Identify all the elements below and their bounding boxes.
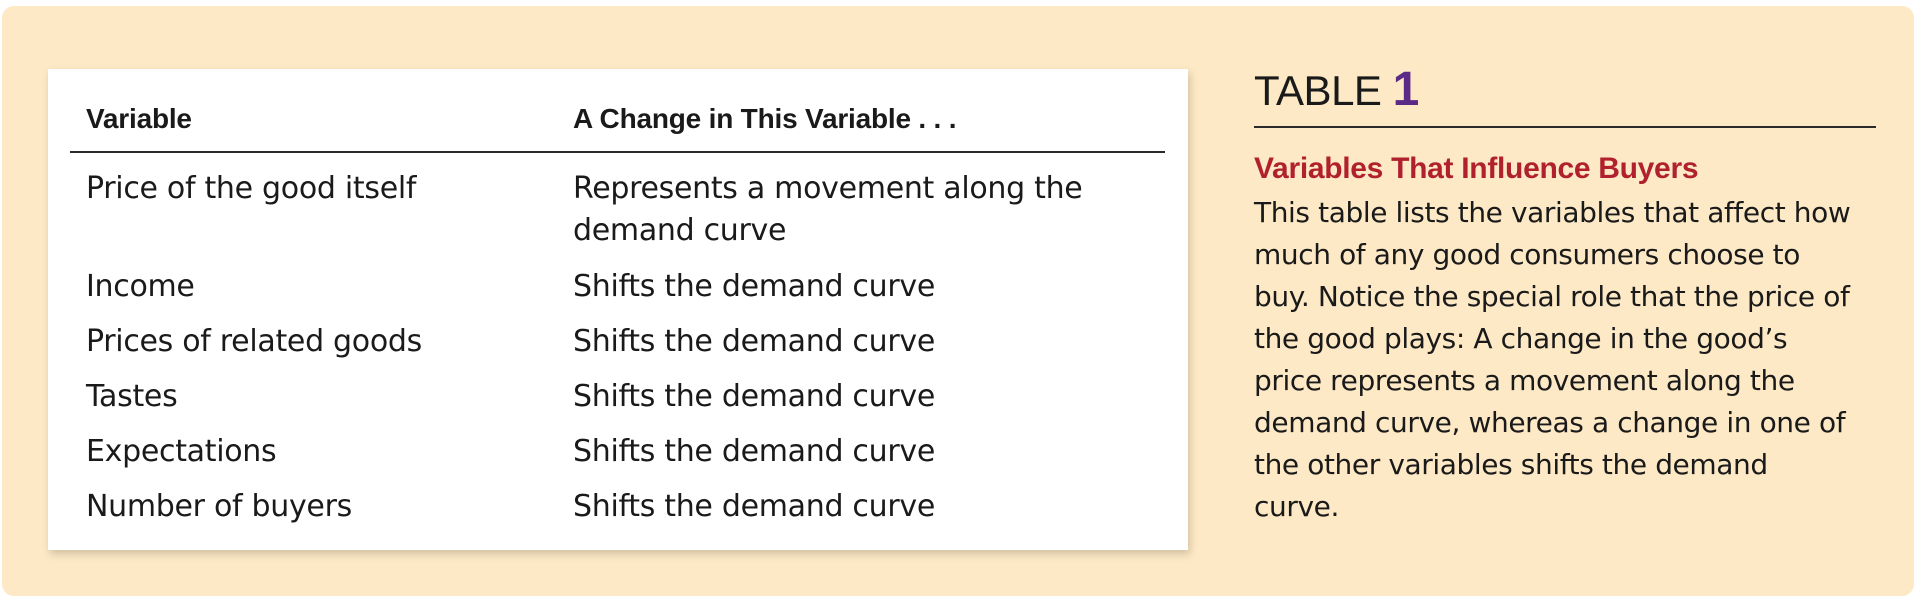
figure-panel: Variable A Change in This Variable . . .… [2, 6, 1914, 596]
caption-divider [1254, 126, 1876, 128]
row-variable: Income [86, 269, 195, 304]
row-effect: Shifts the demand curve [573, 324, 935, 359]
row-effect: Shifts the demand curve [573, 269, 935, 304]
caption-title: Variables That Influence Buyers [1254, 152, 1699, 185]
table-number: 1 [1392, 63, 1420, 116]
caption-body: This table lists the variables that affe… [1254, 196, 1851, 523]
row-effect: Represents a movement along the demand c… [573, 171, 1083, 248]
column-header-variable: Variable [86, 103, 192, 134]
table-label-text: TABLE [1254, 67, 1382, 114]
data-table: Variable A Change in This Variable . . .… [48, 69, 1188, 550]
row-effect: Shifts the demand curve [573, 379, 935, 414]
table-label: TABLE 1 [1254, 62, 1419, 117]
row-variable: Price of the good itself [86, 171, 417, 206]
row-variable: Tastes [86, 379, 178, 414]
row-variable: Expectations [86, 434, 277, 469]
row-variable: Prices of related goods [86, 324, 422, 359]
row-effect: Shifts the demand curve [573, 489, 935, 524]
row-effect: Shifts the demand curve [573, 434, 935, 469]
header-divider [70, 151, 1165, 153]
column-header-change: A Change in This Variable . . . [573, 103, 957, 134]
row-variable: Number of buyers [86, 489, 352, 524]
